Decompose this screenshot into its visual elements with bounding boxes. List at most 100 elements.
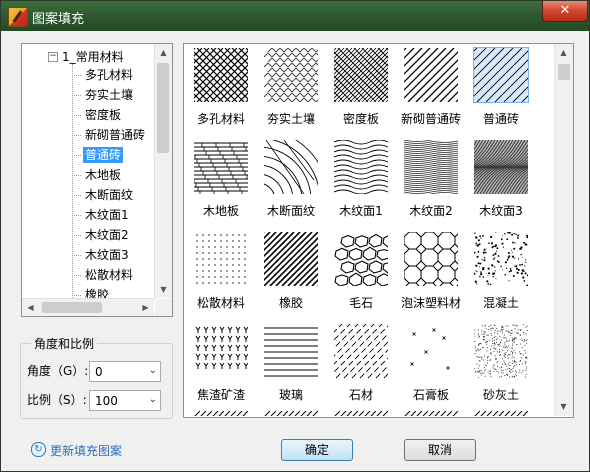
pattern-item[interactable]: 多孔材料 — [189, 44, 259, 134]
tree-item[interactable]: 木纹面3 — [72, 246, 131, 264]
scroll-left-icon[interactable]: ◀ — [22, 299, 39, 316]
tree-item[interactable]: 木断面纹 — [72, 186, 135, 204]
concrete-speckle-pattern[interactable] — [474, 232, 528, 286]
app-icon — [8, 7, 28, 27]
wide-diagonal-pattern[interactable] — [404, 48, 458, 102]
stone-pattern[interactable] — [334, 324, 388, 378]
tree-connector — [72, 234, 81, 236]
pattern-label: 玻璃 — [278, 388, 303, 402]
tree-item[interactable]: 密度板 — [72, 106, 123, 124]
pattern-label: 木纹面2 — [409, 204, 453, 218]
chevron-down-icon[interactable]: ⌄ — [149, 365, 157, 376]
pattern-item[interactable]: 玻璃 — [259, 320, 329, 410]
pattern-item[interactable]: 毛石 — [329, 228, 399, 318]
scroll-up-icon[interactable]: ▲ — [555, 44, 572, 61]
fine-crosshatch-pattern[interactable] — [334, 48, 388, 102]
tree-vertical-scrollbar[interactable]: ▲ ▼ — [154, 44, 172, 298]
tree-item[interactable]: 松散材料 — [72, 266, 135, 284]
tree-connector — [72, 294, 81, 296]
grid-scroll-thumb[interactable] — [558, 64, 570, 80]
pattern-item[interactable]: 密度板 — [329, 44, 399, 134]
scroll-right-icon[interactable]: ▶ — [137, 299, 154, 316]
pattern-item[interactable]: 混凝土 — [469, 228, 539, 318]
rubber-diagonal-pattern[interactable] — [264, 232, 318, 286]
wood-wave-pattern[interactable] — [334, 140, 388, 194]
tree-item[interactable]: 新砌普通砖 — [72, 126, 147, 144]
pattern-label: 橡胶 — [278, 296, 303, 310]
pattern-grid[interactable]: 多孔材料 夯实土壤 密度板 新砌普通砖 普通砖木地板 木断面纹 木纹面1 木纹面2 木纹面3 松散… — [183, 43, 574, 418]
pattern-label: 密度板 — [342, 112, 379, 126]
dense-wood-pattern[interactable] — [404, 140, 458, 194]
scroll-down-icon[interactable]: ▼ — [555, 398, 572, 415]
pattern-label: 新砌普通砖 — [400, 112, 461, 126]
tree-item[interactable]: 多孔材料 — [72, 66, 135, 84]
tree-scroll-thumb[interactable] — [157, 63, 169, 153]
pattern-item[interactable]: 木纹面1 — [329, 136, 399, 226]
tree-item[interactable]: 普通砖 — [72, 146, 124, 164]
angle-select[interactable]: 0 ⌄ — [89, 361, 161, 382]
tree-item-label: 夯实土壤 — [85, 88, 134, 102]
tree-root-label: 1_常用材料 — [62, 50, 124, 64]
tamped-soil-pattern[interactable] — [264, 48, 318, 102]
wood-section-pattern[interactable] — [264, 140, 318, 194]
angle-value: 0 — [95, 365, 103, 379]
group-title: 角度和比例 — [31, 335, 98, 352]
pattern-item-partial[interactable] — [264, 408, 318, 416]
refresh-icon[interactable]: ↻ — [31, 442, 46, 457]
tree-horizontal-scrollbar[interactable]: ◀ ▶ — [22, 298, 154, 316]
sand-lime-pattern[interactable] — [474, 324, 528, 378]
dots-pattern[interactable] — [194, 232, 248, 286]
tree-item-label: 木断面纹 — [85, 188, 134, 202]
slag-pattern[interactable] — [194, 324, 248, 378]
title-bar[interactable]: 图案填充 ✕ — [1, 1, 589, 31]
pattern-item[interactable]: 木纹面2 — [399, 136, 469, 226]
scroll-down-icon[interactable]: ▼ — [155, 281, 172, 298]
glass-lines-pattern[interactable] — [264, 324, 318, 378]
crosshatch-pattern[interactable] — [194, 48, 248, 102]
collapse-icon[interactable]: − — [48, 51, 58, 62]
close-button[interactable]: ✕ — [542, 1, 588, 22]
scale-value: 100 — [95, 394, 118, 408]
pattern-item-partial[interactable] — [404, 408, 458, 416]
pattern-item[interactable]: 普通砖 — [469, 44, 539, 134]
pattern-item[interactable]: 橡胶 — [259, 228, 329, 318]
grid-vertical-scrollbar[interactable]: ▲ ▼ — [554, 44, 573, 416]
tree-item[interactable]: 夯实土壤 — [72, 86, 135, 104]
tree-item-label: 木地板 — [85, 168, 122, 182]
pattern-item-partial[interactable] — [474, 408, 528, 416]
brick-diagonal-pattern[interactable] — [473, 47, 529, 103]
pattern-item[interactable]: 泡沫塑料材 — [399, 228, 469, 318]
pattern-item[interactable]: 木纹面3 — [469, 136, 539, 226]
rubble-stone-pattern[interactable] — [334, 232, 388, 286]
wood-grain-pattern[interactable] — [474, 140, 528, 194]
pattern-item[interactable]: 新砌普通砖 — [399, 44, 469, 134]
pattern-item[interactable]: 砂灰土 — [469, 320, 539, 410]
pattern-item[interactable]: 木地板 — [189, 136, 259, 226]
pattern-item[interactable]: 石材 — [329, 320, 399, 410]
pattern-item[interactable]: 松散材料 — [189, 228, 259, 318]
pattern-item[interactable]: 夯实土壤 — [259, 44, 329, 134]
pattern-item-partial[interactable] — [334, 408, 388, 416]
pattern-item[interactable]: 木断面纹 — [259, 136, 329, 226]
tree-item[interactable]: 木纹面1 — [72, 206, 131, 224]
update-patterns-link[interactable]: 更新填充图案 — [50, 442, 122, 459]
foam-octagon-pattern[interactable] — [404, 232, 458, 286]
pattern-item[interactable]: 焦渣矿渣 — [189, 320, 259, 410]
pattern-label: 石膏板 — [412, 388, 449, 402]
pattern-item-partial[interactable] — [194, 408, 248, 416]
tree-connector — [72, 94, 81, 96]
category-tree[interactable]: − 1_常用材料 多孔材料夯实土壤密度板新砌普通砖普通砖木地板木断面纹木纹面1 木… — [21, 43, 173, 317]
chevron-down-icon[interactable]: ⌄ — [149, 394, 157, 405]
tree-connector — [72, 194, 81, 196]
gypsum-pattern[interactable] — [404, 324, 458, 378]
scale-select[interactable]: 100 ⌄ — [89, 390, 161, 411]
tree-hscroll-thumb[interactable] — [42, 302, 102, 313]
tree-root[interactable]: − 1_常用材料 — [48, 48, 124, 65]
pattern-item[interactable]: 石膏板 — [399, 320, 469, 410]
tree-item[interactable]: 木纹面2 — [72, 226, 131, 244]
wood-floor-pattern[interactable] — [194, 140, 248, 194]
cancel-button[interactable]: 取消 — [404, 439, 476, 461]
tree-item[interactable]: 木地板 — [72, 166, 123, 184]
ok-button[interactable]: 确定 — [281, 439, 353, 461]
scroll-up-icon[interactable]: ▲ — [155, 44, 172, 61]
